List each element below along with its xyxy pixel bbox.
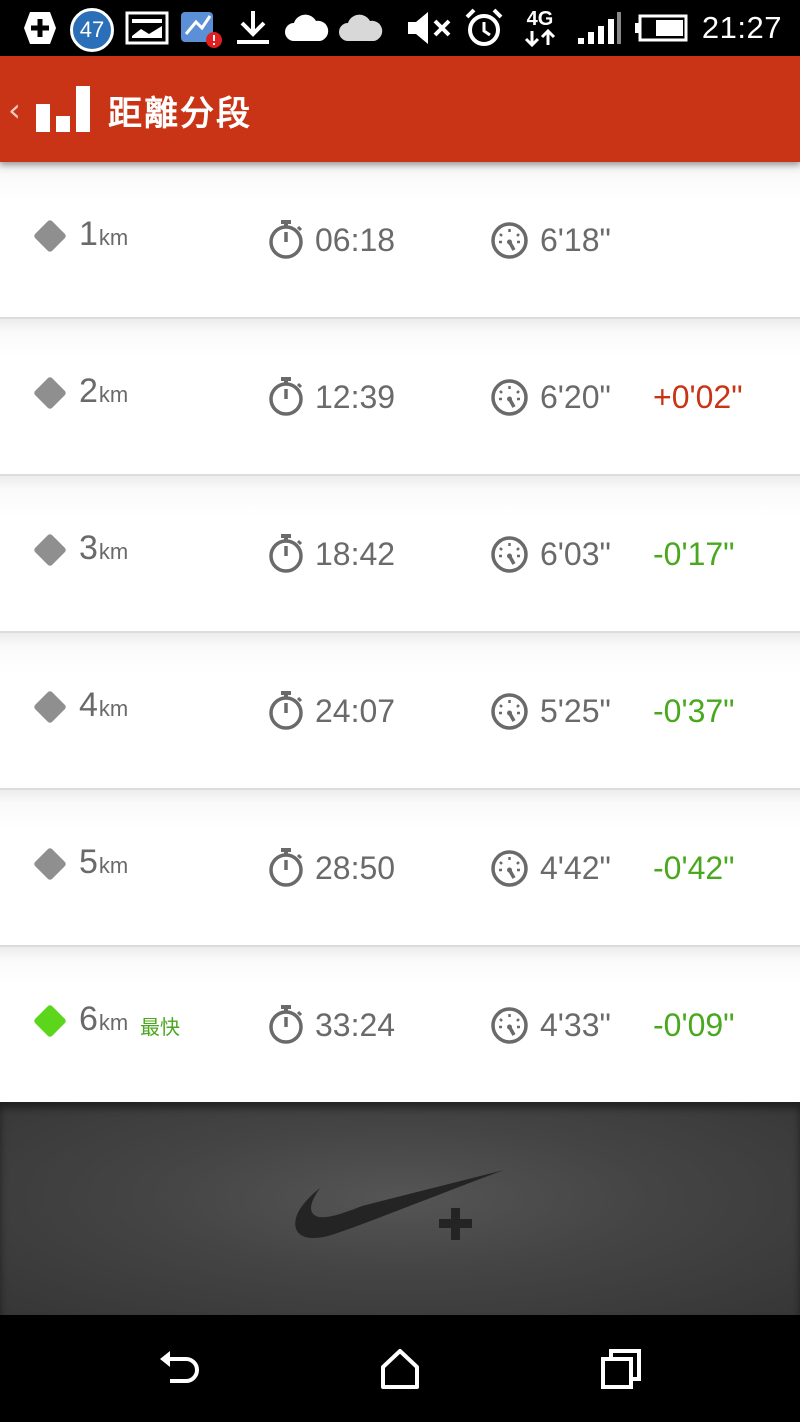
split-list: 1km 06:18 6'18" 2km 12:39 6'20" +0'02" 3km 18:42… (0, 162, 800, 1104)
speedometer-icon (490, 692, 529, 731)
split-marker-icon (33, 847, 67, 881)
image-icon (125, 8, 169, 48)
split-row[interactable]: 4km 24:07 5'25" -0'37" (0, 633, 800, 790)
split-row[interactable]: 1km 06:18 6'18" (0, 162, 800, 319)
speedometer-icon (490, 221, 529, 260)
split-distance: 6km (79, 999, 128, 1043)
split-row[interactable]: 2km 12:39 6'20" +0'02" (0, 319, 800, 476)
stopwatch-icon (267, 532, 305, 574)
split-distance: 2km (79, 371, 128, 415)
nike-plus-logo (295, 1170, 504, 1240)
home-icon[interactable] (375, 1345, 425, 1395)
download-icon (232, 8, 274, 48)
add-icon (20, 8, 60, 48)
speedometer-icon (490, 849, 529, 888)
split-distance: 3km (79, 528, 128, 572)
split-distance-value: 4 (79, 686, 98, 724)
split-distance-value: 6 (79, 1000, 98, 1038)
split-pace: 6'20" (540, 379, 611, 415)
stopwatch-icon (267, 689, 305, 731)
split-marker-icon (33, 690, 67, 724)
split-distance-value: 3 (79, 529, 98, 567)
speedometer-icon (490, 378, 529, 417)
recent-apps-icon[interactable] (597, 1345, 647, 1395)
back-icon[interactable] (154, 1345, 204, 1395)
footer-banner (0, 1102, 800, 1315)
back-chevron-icon[interactable]: ‹ (8, 92, 28, 128)
network-type-label: 4G (526, 8, 554, 30)
split-marker-icon (33, 376, 67, 410)
stopwatch-icon (267, 846, 305, 888)
split-distance-unit: km (98, 696, 129, 721)
split-row[interactable]: 5km 28:50 4'42" -0'42" (0, 790, 800, 947)
network-4g-icon: 4G (522, 8, 558, 48)
split-distance-unit: km (98, 1010, 129, 1035)
split-pace: 4'33" (540, 1007, 611, 1043)
split-pace: 5'25" (540, 693, 611, 729)
split-distance-unit: km (98, 539, 129, 564)
app-alert-icon (178, 8, 224, 48)
page-title: 距離分段 (108, 94, 252, 134)
cloud-icon (284, 8, 330, 48)
stopwatch-icon (267, 375, 305, 417)
split-elapsed-time: 33:24 (315, 1007, 396, 1043)
fastest-marker-icon (33, 1004, 67, 1038)
split-pace-difference: -0'42" (653, 850, 735, 886)
battery-icon (634, 8, 688, 48)
speedometer-icon (490, 1006, 529, 1045)
stopwatch-icon (267, 218, 305, 260)
split-marker-icon (33, 533, 67, 567)
split-elapsed-time: 18:42 (315, 536, 396, 572)
split-elapsed-time: 06:18 (315, 222, 396, 258)
split-distance-unit: km (98, 382, 129, 407)
status-time: 21:27 (701, 10, 782, 45)
status-bar: 47 4G 21:27 (0, 0, 800, 56)
speedometer-icon (490, 535, 529, 574)
split-elapsed-time: 28:50 (315, 850, 396, 886)
navigation-bar (0, 1315, 800, 1422)
split-elapsed-time: 24:07 (315, 693, 396, 729)
split-row[interactable]: 6km 最快 33:24 4'33" -0'09" (0, 947, 800, 1104)
split-pace-difference: -0'17" (653, 536, 735, 572)
alarm-icon (462, 8, 506, 48)
stopwatch-icon (267, 1003, 305, 1045)
split-distance: 1km (79, 214, 128, 258)
mute-icon (404, 8, 454, 48)
split-distance-unit: km (98, 853, 129, 878)
bar-chart-icon[interactable] (34, 84, 92, 134)
split-pace-difference: +0'02" (653, 379, 743, 415)
split-elapsed-time: 12:39 (315, 379, 396, 415)
cloud-icon (338, 8, 384, 48)
split-distance: 5km (79, 842, 128, 886)
split-distance-value: 2 (79, 372, 98, 410)
split-pace: 6'18" (540, 222, 611, 258)
split-distance-value: 5 (79, 843, 98, 881)
split-pace: 6'03" (540, 536, 611, 572)
signal-icon (576, 8, 622, 48)
notification-count-icon: 47 (70, 8, 114, 52)
split-distance-unit: km (98, 225, 129, 250)
split-pace-difference: -0'37" (653, 693, 735, 729)
split-distance-value: 1 (79, 215, 98, 253)
action-bar: ‹ 距離分段 (0, 56, 800, 162)
split-marker-icon (33, 219, 67, 253)
split-row[interactable]: 3km 18:42 6'03" -0'17" (0, 476, 800, 633)
split-pace-difference: -0'09" (653, 1007, 735, 1043)
fastest-label: 最快 (140, 1015, 180, 1039)
split-distance: 4km (79, 685, 128, 729)
split-pace: 4'42" (540, 850, 611, 886)
